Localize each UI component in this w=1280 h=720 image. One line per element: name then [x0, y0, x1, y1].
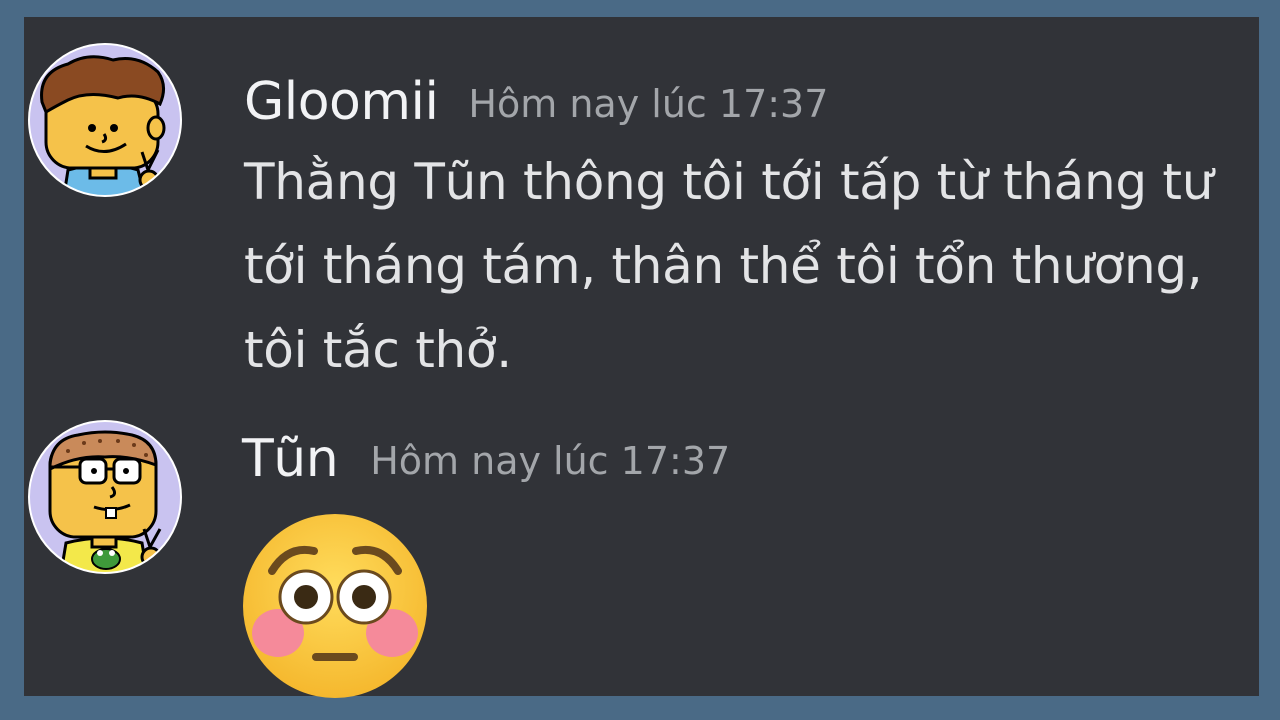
message-header: Gloomii Hôm nay lúc 17:37: [244, 76, 828, 128]
message-header: Tũn Hôm nay lúc 17:37: [242, 433, 730, 485]
tun-avatar-icon[interactable]: [28, 419, 182, 575]
timestamp: Hôm nay lúc 17:37: [468, 82, 829, 126]
message-text: Thằng Tũn thông tôi tới tấp từ tháng tư …: [244, 153, 1214, 379]
username[interactable]: Gloomii: [244, 72, 439, 132]
chat-panel: Gloomii Hôm nay lúc 17:37 Thằng Tũn thông…: [24, 17, 1259, 698]
username[interactable]: Tũn: [242, 429, 339, 489]
timestamp: Hôm nay lúc 17:37: [370, 439, 731, 483]
gloomii-avatar-icon[interactable]: [28, 42, 182, 198]
flushed-face-emoji: [240, 511, 430, 701]
